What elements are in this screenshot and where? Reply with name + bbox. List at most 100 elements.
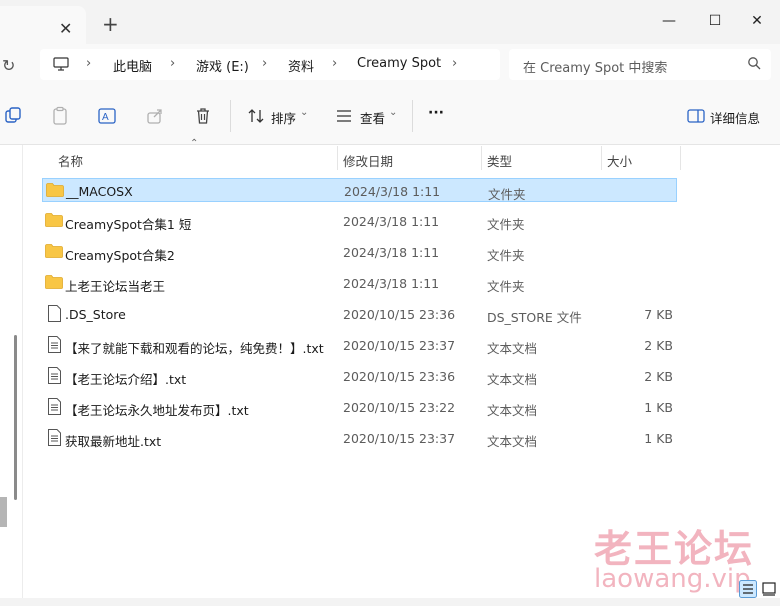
sort-icon[interactable] [246, 106, 266, 126]
file-type: 文本文档 [487, 434, 538, 449]
column-divider[interactable] [481, 146, 482, 170]
refresh-icon[interactable]: ↻ [2, 56, 15, 75]
file-name: 【老王论坛介绍】.txt [65, 372, 187, 387]
file-type: 文本文档 [487, 372, 538, 387]
details-view-icon[interactable] [739, 580, 757, 598]
title-bar: ✕ + — ☐ ✕ [0, 0, 780, 44]
column-header-name[interactable]: 名称 [58, 151, 83, 175]
file-type: DS_STORE 文件 [487, 310, 582, 325]
chevron-down-icon[interactable]: ⌄ [389, 107, 397, 118]
file-row[interactable]: 获取最新地址.txt 2020/10/15 23:37 文本文档 1 KB [42, 426, 677, 450]
folder-icon [45, 244, 63, 258]
delete-icon[interactable] [193, 106, 213, 126]
view-icon[interactable] [334, 106, 354, 126]
tab-close-button[interactable]: ✕ [59, 19, 72, 38]
rename-icon[interactable]: A [97, 106, 117, 126]
file-row[interactable]: 【老王论坛永久地址发布页】.txt 2020/10/15 23:22 文本文档 1 K… [42, 395, 677, 419]
file-row[interactable]: 上老王论坛当老王 2024/3/18 1:11 文件夹 [42, 271, 677, 295]
breadcrumb-separator: › [262, 56, 268, 71]
command-bar: A 排序 ⌄ 查看 ⌄ ··· 详细信息 [0, 88, 780, 145]
file-name: __MACOSX [66, 184, 133, 199]
status-bar [0, 598, 780, 606]
file-name: 【老王论坛永久地址发布页】.txt [65, 403, 249, 418]
file-row[interactable]: 【老王论坛介绍】.txt 2020/10/15 23:36 文本文档 2 KB [42, 364, 677, 388]
navigation-scrollbar[interactable] [14, 335, 17, 500]
folder-icon [45, 275, 63, 289]
breadcrumb-separator: › [332, 56, 338, 71]
file-modified-date: 2024/3/18 1:11 [343, 276, 440, 291]
toolbar-divider [230, 100, 231, 132]
file-size: 1 KB [644, 431, 673, 446]
folder-icon [45, 213, 63, 227]
file-name: CreamySpot合集2 [65, 248, 175, 263]
file-row[interactable]: CreamySpot合集2 2024/3/18 1:11 文件夹 [42, 240, 677, 264]
chevron-down-icon[interactable]: ⌄ [300, 107, 308, 118]
breadcrumb-item-folder[interactable]: 资料 [288, 56, 314, 75]
search-input[interactable]: 在 Creamy Spot 中搜索 [509, 49, 771, 80]
file-icon [48, 305, 61, 322]
share-icon[interactable] [145, 106, 165, 126]
svg-text:A: A [102, 112, 109, 123]
navigation-pane[interactable] [0, 145, 23, 606]
file-modified-date: 2020/10/15 23:22 [343, 400, 456, 415]
file-type: 文件夹 [487, 248, 525, 263]
search-icon[interactable] [747, 56, 761, 70]
file-size: 1 KB [644, 400, 673, 415]
view-button[interactable]: 查看 [360, 108, 385, 127]
active-tab[interactable]: ✕ [0, 6, 86, 44]
file-row[interactable]: CreamySpot合集1 短 2024/3/18 1:11 文件夹 [42, 209, 677, 233]
file-modified-date: 2020/10/15 23:36 [343, 369, 456, 384]
watermark-url: laowang.vip [594, 564, 751, 594]
file-modified-date: 2024/3/18 1:11 [344, 184, 441, 199]
column-header-size[interactable]: 大小 [607, 151, 632, 175]
breadcrumb[interactable]: › 此电脑 › 游戏 (E:) › 资料 › Creamy Spot › [40, 49, 500, 80]
paste-icon[interactable] [50, 106, 70, 126]
breadcrumb-separator: › [452, 56, 458, 71]
sort-button[interactable]: 排序 [271, 108, 296, 127]
file-type: 文件夹 [488, 187, 526, 202]
file-modified-date: 2024/3/18 1:11 [343, 214, 440, 229]
file-type: 文件夹 [487, 217, 525, 232]
breadcrumb-item-drive[interactable]: 游戏 (E:) [196, 56, 249, 75]
details-button[interactable]: 详细信息 [710, 108, 760, 127]
column-header-date[interactable]: 修改日期 [343, 151, 393, 175]
file-name: 上老王论坛当老王 [65, 279, 166, 294]
new-tab-button[interactable]: + [102, 12, 119, 36]
column-divider[interactable] [337, 146, 338, 170]
minimize-button[interactable]: — [646, 6, 692, 36]
file-row[interactable]: __MACOSX 2024/3/18 1:11 文件夹 [42, 178, 677, 202]
details-pane-icon[interactable] [686, 106, 706, 126]
close-button[interactable]: ✕ [734, 6, 780, 36]
breadcrumb-separator: › [86, 56, 92, 71]
file-size: 2 KB [644, 369, 673, 384]
file-name: .DS_Store [65, 307, 126, 322]
file-type: 文本文档 [487, 341, 538, 356]
more-options-button[interactable]: ··· [428, 105, 444, 121]
text-file-icon [48, 429, 61, 446]
file-row[interactable]: .DS_Store 2020/10/15 23:36 DS_STORE 文件 7 KB [42, 302, 677, 326]
column-divider[interactable] [601, 146, 602, 170]
text-file-icon [48, 398, 61, 415]
folder-icon [46, 183, 64, 197]
text-file-icon [48, 336, 61, 353]
column-header-type[interactable]: 类型 [487, 151, 512, 175]
file-name: CreamySpot合集1 短 [65, 217, 192, 232]
file-name: 【来了就能下载和观看的论坛，纯免费！】.txt [65, 341, 324, 356]
file-row[interactable]: 【来了就能下载和观看的论坛，纯免费！】.txt 2020/10/15 23:37 文… [42, 333, 677, 357]
column-divider[interactable] [680, 146, 681, 170]
file-modified-date: 2020/10/15 23:37 [343, 431, 456, 446]
large-icons-view-icon[interactable] [760, 580, 778, 598]
maximize-button[interactable]: ☐ [692, 6, 738, 36]
file-modified-date: 2020/10/15 23:37 [343, 338, 456, 353]
copy-icon[interactable] [3, 106, 23, 126]
breadcrumb-separator: › [170, 56, 176, 71]
sort-ascending-icon: ⌃ [190, 138, 199, 149]
computer-icon [53, 57, 69, 71]
file-name: 获取最新地址.txt [65, 434, 162, 449]
file-size: 7 KB [644, 307, 673, 322]
navigation-scroll-thumb[interactable] [0, 497, 7, 527]
breadcrumb-item-this-pc[interactable]: 此电脑 [113, 56, 152, 75]
search-placeholder: 在 Creamy Spot 中搜索 [523, 61, 668, 76]
file-modified-date: 2020/10/15 23:36 [343, 307, 456, 322]
breadcrumb-item-current[interactable]: Creamy Spot [357, 56, 441, 71]
